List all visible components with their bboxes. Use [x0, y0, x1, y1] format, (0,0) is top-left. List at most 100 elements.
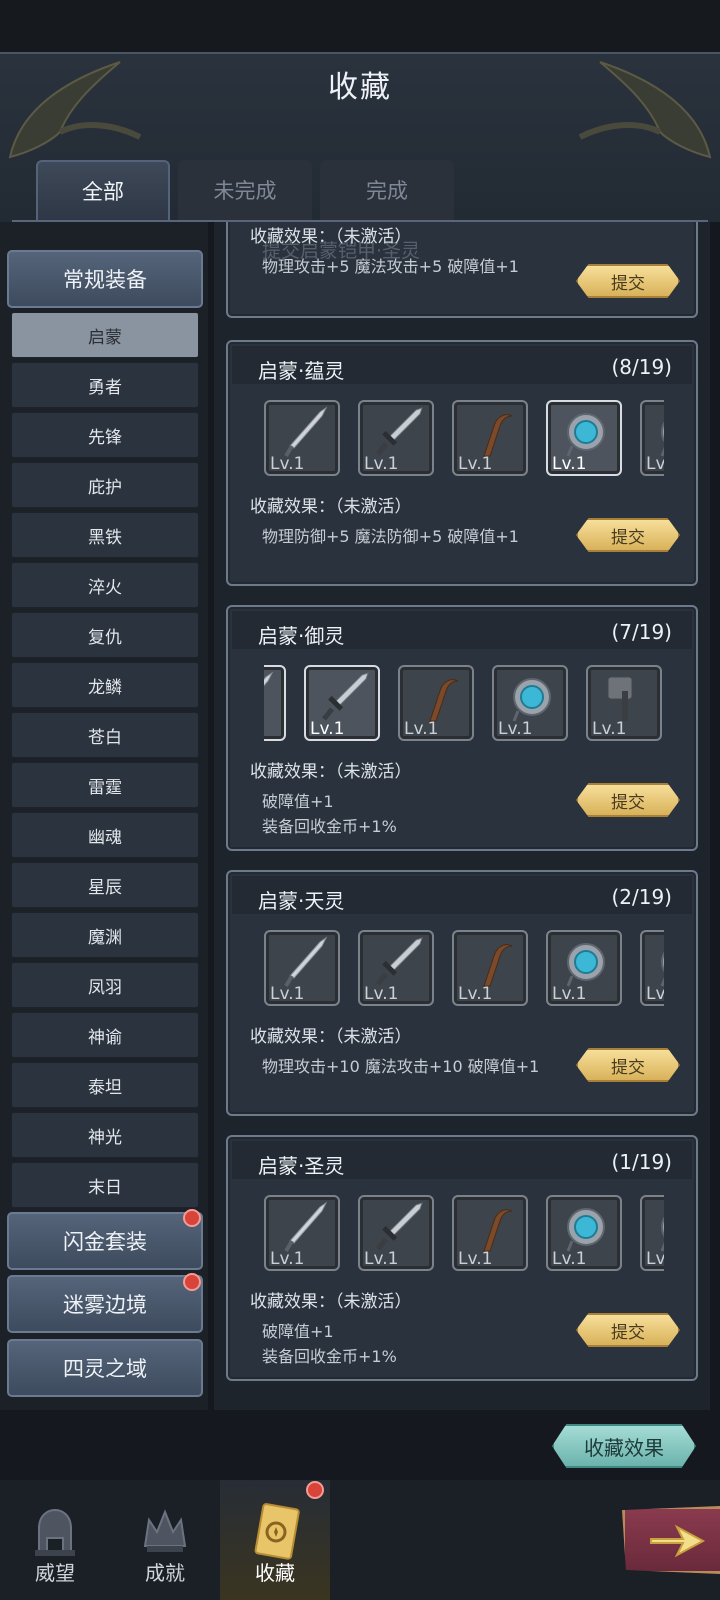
category-sidebar[interactable]: 常规装备 启蒙 勇者 先锋 庇护 黑铁 淬火 复仇 龙鳞 苍白 雷霆 幽魂 星辰 魔渊 凤羽 神谕 泰坦 神光末… — [0, 222, 208, 1410]
card-title: 启蒙·天灵 — [258, 889, 345, 913]
helmet-icon — [35, 1508, 75, 1556]
notification-badge — [183, 1273, 201, 1291]
submit-button[interactable]: 提交 — [576, 264, 680, 298]
sidebar-item[interactable]: 神光 — [11, 1112, 199, 1158]
item-level: Lv.1 — [498, 719, 533, 739]
sidebar-item[interactable]: 魔渊 — [11, 912, 199, 958]
collection-card: 提交启蒙铠甲·圣灵 收藏效果：（未激活） 物理攻击+5 魔法攻击+5 破障值+1… — [226, 222, 698, 318]
equipment-slot[interactable]: Lv.1 — [452, 930, 528, 1006]
progress-count: (2/19) — [611, 885, 672, 909]
item-level: Lv.1 — [458, 454, 493, 474]
collection-card: 启蒙·圣灵 (1/19) Lv.1 Lv.1 Lv.1 Lv.1 Lv 收藏效果：（未激活） 破… — [226, 1135, 698, 1381]
nav-prestige[interactable]: 威望 — [0, 1480, 110, 1600]
item-row: Lv.1 Lv.1 Lv.1 Lv.1 — [264, 663, 664, 743]
equipment-slot[interactable]: Lv.1 — [264, 930, 340, 1006]
sidebar-item[interactable]: 淬火 — [11, 562, 199, 608]
item-level: Lv.1 — [364, 984, 399, 1004]
effect-label: 收藏效果：（未激活） — [250, 1292, 412, 1312]
card-title: 启蒙·蕴灵 — [258, 359, 345, 383]
effect-label: 收藏效果：（未激活） — [250, 497, 412, 517]
equipment-slot[interactable]: Lv.1 — [358, 400, 434, 476]
submit-button[interactable]: 提交 — [576, 518, 680, 552]
card-title: 启蒙·御灵 — [258, 624, 345, 648]
item-level: Lv — [646, 454, 664, 474]
equipment-slot[interactable]: Lv.1 — [546, 1195, 622, 1271]
tab-incomplete[interactable]: 未完成 — [178, 160, 312, 220]
progress-count: (8/19) — [611, 355, 672, 379]
equipment-slot[interactable]: Lv — [640, 1195, 664, 1271]
item-level: Lv.1 — [552, 1249, 587, 1269]
sidebar-item[interactable]: 复仇 — [11, 612, 199, 658]
equipment-slot[interactable]: Lv — [640, 400, 664, 476]
item-level: Lv.1 — [404, 719, 439, 739]
item-row: Lv.1 Lv.1 Lv.1 Lv.1 Lv — [264, 398, 664, 478]
sidebar-item[interactable]: 龙鳞 — [11, 662, 199, 708]
progress-count: (1/19) — [611, 1150, 672, 1174]
item-level: Lv.1 — [270, 984, 305, 1004]
section-mist-border[interactable]: 迷雾边境 — [7, 1275, 203, 1333]
equipment-slot[interactable]: Lv.1 — [586, 665, 662, 741]
tab-all[interactable]: 全部 — [36, 160, 170, 220]
sidebar-item[interactable]: 先锋 — [11, 412, 199, 458]
collection-list[interactable]: 提交启蒙铠甲·圣灵 收藏效果：（未激活） 物理攻击+5 魔法攻击+5 破障值+1… — [214, 222, 710, 1410]
equipment-slot[interactable]: Lv — [640, 930, 664, 1006]
equipment-slot[interactable]: Lv.1 — [546, 400, 622, 476]
item-level: Lv.1 — [270, 1249, 305, 1269]
section-four-spirits[interactable]: 四灵之域 — [7, 1339, 203, 1397]
sidebar-item[interactable]: 神谕 — [11, 1012, 199, 1058]
equipment-slot[interactable]: Lv.1 — [546, 930, 622, 1006]
effect-text: 物理防御+5 魔法防御+5 破障值+1 — [262, 527, 519, 546]
equipment-slot[interactable]: Lv.1 — [304, 665, 380, 741]
collection-effect-button[interactable]: 收藏效果 — [552, 1424, 696, 1468]
effect-label: 收藏效果：（未激活） — [250, 1027, 412, 1047]
item-row: Lv.1 Lv.1 Lv.1 Lv.1 Lv — [264, 1193, 664, 1273]
effect-text: 破障值+1 装备回收金币+1% — [262, 1322, 397, 1366]
equipment-slot[interactable]: Lv.1 — [452, 400, 528, 476]
sidebar-item[interactable]: 勇者 — [11, 362, 199, 408]
card-header: 启蒙·御灵 (7/19) — [232, 611, 692, 649]
submit-button[interactable]: 提交 — [576, 1048, 680, 1082]
item-level: Lv.1 — [552, 454, 587, 474]
equipment-slot[interactable]: Lv.1 — [492, 665, 568, 741]
equipment-slot[interactable]: Lv.1 — [398, 665, 474, 741]
sidebar-item[interactable]: 幽魂 — [11, 812, 199, 858]
filter-tabs: 全部 未完成 完成 — [36, 160, 454, 220]
effect-text: 物理攻击+10 魔法攻击+10 破障值+1 — [262, 1057, 540, 1076]
equipment-slot[interactable]: Lv.1 — [264, 400, 340, 476]
item-level: Lv.1 — [592, 719, 627, 739]
sidebar-item[interactable]: 凤羽 — [11, 962, 199, 1008]
sidebar-item[interactable]: 苍白 — [11, 712, 199, 758]
sidebar-item[interactable]: 庇护 — [11, 462, 199, 508]
submit-button[interactable]: 提交 — [576, 783, 680, 817]
sidebar-item[interactable]: 雷霆 — [11, 762, 199, 808]
next-arrow-button[interactable] — [622, 1506, 720, 1574]
item-level: Lv.1 — [458, 984, 493, 1004]
sidebar-item[interactable]: 启蒙 — [11, 312, 199, 358]
tab-complete[interactable]: 完成 — [320, 160, 454, 220]
equipment-slot[interactable]: Lv.1 — [358, 1195, 434, 1271]
status-bar — [0, 0, 720, 52]
card-header: 启蒙·蕴灵 (8/19) — [232, 346, 692, 384]
nav-achievement[interactable]: 成就 — [110, 1480, 220, 1600]
item-level: Lv.1 — [552, 984, 587, 1004]
notification-badge — [183, 1209, 201, 1227]
equipment-slot[interactable]: Lv.1 — [358, 930, 434, 1006]
effect-label: 收藏效果：（未激活） — [250, 762, 412, 782]
equipment-slot[interactable] — [264, 665, 286, 741]
item-level: Lv.1 — [310, 719, 345, 739]
collection-card: 启蒙·御灵 (7/19) Lv.1 Lv.1 Lv.1 Lv.1 收藏效果：（未激活） 破障值… — [226, 605, 698, 851]
submit-button[interactable]: 提交 — [576, 1313, 680, 1347]
sidebar-item[interactable]: 末日 — [11, 1162, 199, 1208]
item-row: Lv.1 Lv.1 Lv.1 Lv.1 Lv — [264, 928, 664, 1008]
effect-text: 破障值+1 装备回收金币+1% — [262, 792, 397, 836]
section-regular-equipment[interactable]: 常规装备 — [7, 250, 203, 308]
equipment-slot[interactable]: Lv.1 — [452, 1195, 528, 1271]
item-level: Lv.1 — [364, 454, 399, 474]
equipment-slot[interactable]: Lv.1 — [264, 1195, 340, 1271]
sidebar-item[interactable]: 黑铁 — [11, 512, 199, 558]
page-title: 收藏 — [328, 70, 392, 105]
sidebar-item[interactable]: 泰坦 — [11, 1062, 199, 1108]
sidebar-item[interactable]: 星辰 — [11, 862, 199, 908]
section-golden-set[interactable]: 闪金套装 — [7, 1212, 203, 1270]
card-icon — [254, 1503, 300, 1560]
